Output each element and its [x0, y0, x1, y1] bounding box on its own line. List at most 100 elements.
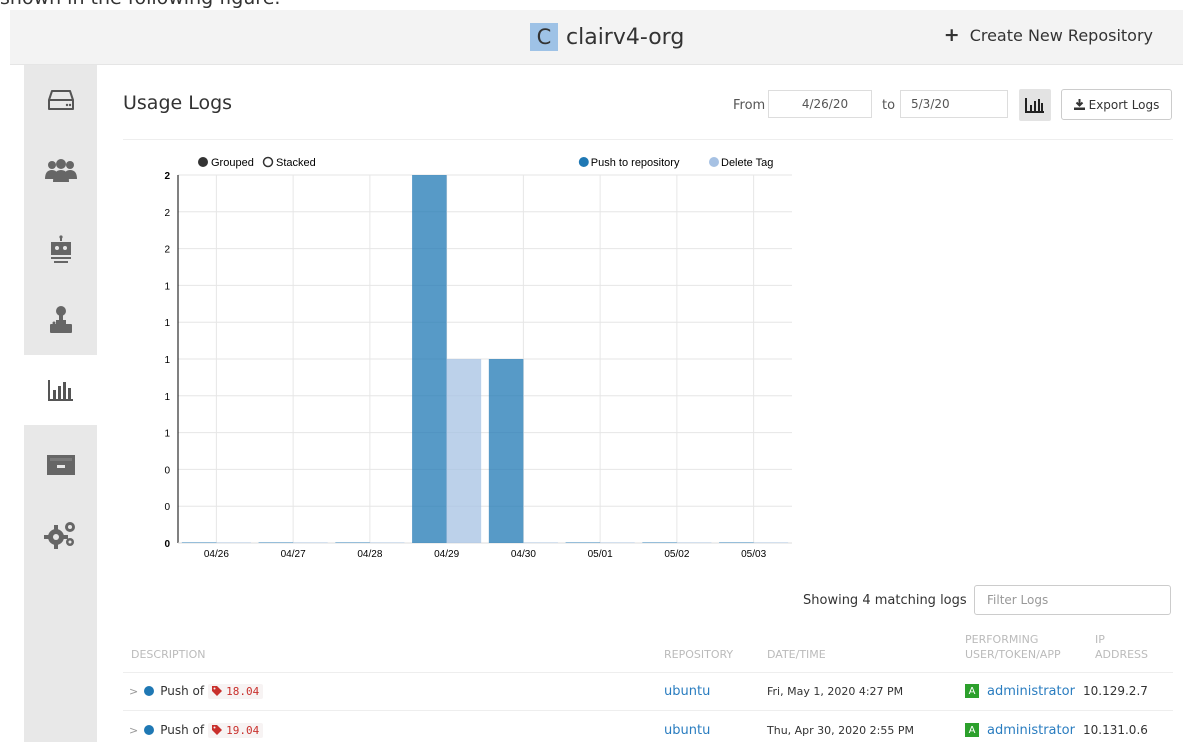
log-action: Push of	[160, 684, 205, 698]
to-label: to	[882, 98, 896, 113]
x-tick-label: 05/03	[741, 549, 766, 557]
main-content: Usage Logs From 4/26/20 to 5/3/20 Export…	[97, 65, 1183, 742]
repository-link[interactable]: ubuntu	[664, 719, 710, 741]
log-datetime: Fri, May 1, 2020 4:27 PM	[767, 684, 904, 698]
bar	[258, 542, 294, 543]
column-header-description: Description	[131, 648, 206, 661]
bar	[565, 542, 601, 543]
chevron-right-icon[interactable]: >	[129, 724, 138, 737]
from-date-input[interactable]: 4/26/20	[768, 90, 872, 118]
bar	[216, 542, 251, 543]
usage-chart: Grouped Stacked 0 0 0 1 1 1 1 1 2 2 2 04/26 04/27 04/…	[164, 156, 792, 557]
sidebar-item-usage-logs[interactable]	[24, 355, 97, 425]
robot-icon	[50, 235, 71, 263]
divider	[123, 139, 1173, 140]
create-repository-button[interactable]: + Create New Repository	[944, 24, 1153, 46]
header-bar: C clairv4-org + Create New Repository	[10, 10, 1183, 65]
y-tick-label: 1	[164, 392, 170, 403]
y-tick-label: 0	[164, 465, 170, 476]
org-title: C clairv4-org	[530, 22, 684, 52]
divider	[123, 672, 1173, 673]
bar	[600, 542, 635, 543]
sidebar-item-default-permissions[interactable]	[24, 285, 97, 355]
bar-chart-icon	[47, 380, 73, 401]
log-action: Push of	[160, 723, 205, 737]
export-logs-label: Export Logs	[1088, 97, 1160, 112]
bar	[181, 542, 217, 543]
y-tick-label: 0	[164, 539, 170, 550]
repository-link[interactable]: ubuntu	[664, 680, 710, 702]
gears-icon	[43, 522, 75, 549]
legend-label: Push to repository	[591, 157, 680, 169]
plus-icon: +	[943, 24, 960, 46]
divider	[123, 710, 1173, 711]
bar	[642, 542, 677, 543]
log-datetime: Thu, Apr 30, 2020 2:55 PM	[767, 723, 914, 737]
x-tick-label: 04/29	[434, 549, 459, 557]
grouped-label: Grouped	[211, 157, 254, 169]
x-tick-label: 04/30	[511, 549, 536, 557]
org-name: clairv4-org	[566, 24, 685, 50]
sidebar-item-teams[interactable]	[24, 135, 97, 205]
tag-badge: 19.04	[208, 722, 264, 738]
bar	[446, 359, 482, 543]
performer-link[interactable]: administrator	[987, 684, 1075, 699]
x-tick-label: 05/02	[664, 549, 689, 557]
sidebar-item-settings[interactable]	[24, 500, 97, 570]
push-dot-icon	[144, 725, 155, 735]
matching-logs-count: Showing 4 matching logs	[803, 593, 967, 608]
y-tick-label: 2	[164, 245, 170, 256]
bar	[293, 542, 328, 543]
page-title: Usage Logs	[123, 92, 233, 114]
y-tick-label: 1	[164, 429, 170, 440]
y-tick-label: 1	[164, 355, 170, 366]
table-row-description[interactable]: > Push of 18.04	[129, 680, 264, 702]
chevron-right-icon[interactable]: >	[129, 685, 138, 698]
y-tick-label: 0	[164, 502, 170, 513]
y-tick-label: 1	[164, 318, 170, 329]
export-logs-button[interactable]: Export Logs	[1061, 89, 1172, 120]
chart-mode-stacked[interactable]: Stacked	[262, 156, 316, 169]
y-tick-label: 1	[164, 281, 170, 292]
hard-drive-icon	[47, 90, 74, 110]
x-tick-label: 04/27	[281, 549, 306, 557]
chart-toggle-button[interactable]	[1019, 89, 1051, 121]
tag-name: 18.04	[226, 684, 260, 698]
stacked-label: Stacked	[276, 157, 316, 169]
filter-logs-input[interactable]: Filter Logs	[974, 585, 1171, 615]
tag-name: 19.04	[226, 723, 260, 737]
x-tick-label: 04/26	[204, 549, 229, 557]
legend-marker	[578, 157, 589, 167]
column-header-datetime: Date/Time	[767, 648, 826, 661]
tag-badge: 18.04	[208, 683, 264, 699]
bar	[488, 359, 524, 543]
table-row-description[interactable]: > Push of 19.04	[129, 719, 264, 741]
chart-mode-grouped[interactable]: Grouped	[198, 157, 254, 169]
push-dot-icon	[144, 686, 155, 696]
performer-link[interactable]: administrator	[987, 723, 1075, 738]
tag-icon	[212, 686, 223, 696]
sidebar	[24, 65, 97, 742]
download-icon	[1073, 99, 1085, 110]
from-label: From	[733, 98, 766, 113]
archive-icon	[46, 455, 75, 475]
bar	[676, 542, 712, 543]
joystick-icon	[49, 306, 72, 333]
y-tick-label: 2	[164, 208, 170, 219]
legend-marker	[709, 157, 719, 167]
bar	[369, 542, 405, 543]
sidebar-item-applications[interactable]	[24, 430, 97, 500]
bar	[753, 542, 789, 543]
y-tick-label: 2	[164, 171, 170, 182]
bar-chart-icon	[1025, 98, 1044, 113]
account-badge: A	[965, 723, 979, 737]
account-badge: A	[965, 684, 979, 698]
org-avatar: C	[530, 23, 558, 51]
legend-label: Delete Tag	[721, 157, 773, 169]
users-icon	[44, 159, 77, 182]
to-date-input[interactable]: 5/3/20	[900, 90, 1008, 118]
sidebar-item-robot-accounts[interactable]	[24, 215, 97, 285]
ip-address: 10.131.0.6	[1083, 723, 1148, 737]
performer: A administrator	[965, 719, 1075, 741]
sidebar-item-repositories[interactable]	[24, 65, 97, 135]
